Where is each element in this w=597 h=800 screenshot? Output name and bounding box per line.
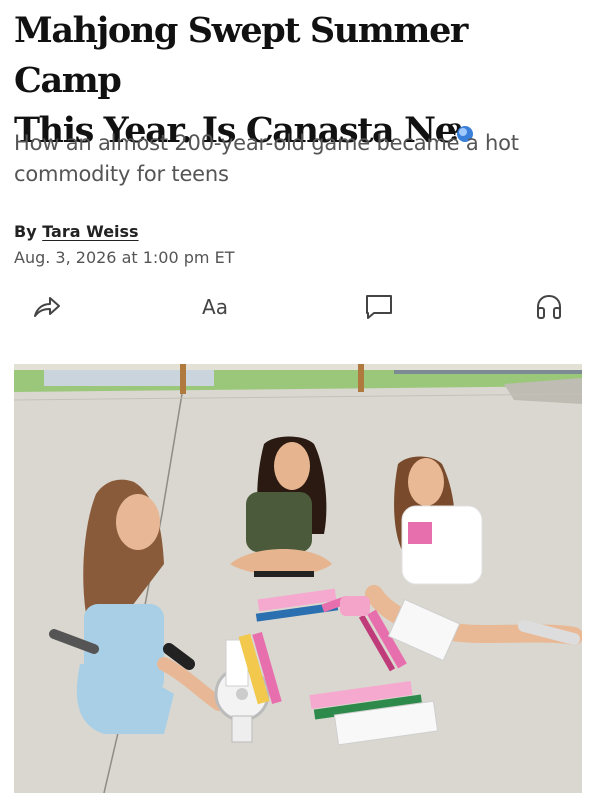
byline: By Tara Weiss	[14, 222, 139, 241]
author-link[interactable]: Tara Weiss	[42, 222, 138, 241]
photo-post	[358, 364, 364, 392]
text-size-label: Aa	[202, 295, 228, 319]
share-button[interactable]	[30, 290, 64, 324]
share-arrow-icon	[32, 294, 62, 320]
overlay-blob-icon: ?	[449, 108, 475, 146]
text-size-button[interactable]: Aa	[195, 290, 235, 324]
article-photo	[14, 364, 582, 793]
pink-pouch	[340, 596, 370, 616]
comments-button[interactable]	[362, 290, 396, 324]
publish-date: Aug. 3, 2026 at 1:00 pm ET	[14, 248, 235, 267]
headphones-icon	[534, 293, 564, 321]
byline-prefix: By	[14, 222, 43, 241]
photo-post	[180, 364, 186, 394]
listen-button[interactable]	[532, 290, 566, 324]
article-toolbar: Aa	[0, 290, 597, 324]
headline-line-1: Mahjong Swept Summer Camp	[14, 10, 468, 101]
article-dek: How an almost 200-year-old game became a…	[14, 131, 519, 186]
comment-bubble-icon	[364, 293, 394, 321]
